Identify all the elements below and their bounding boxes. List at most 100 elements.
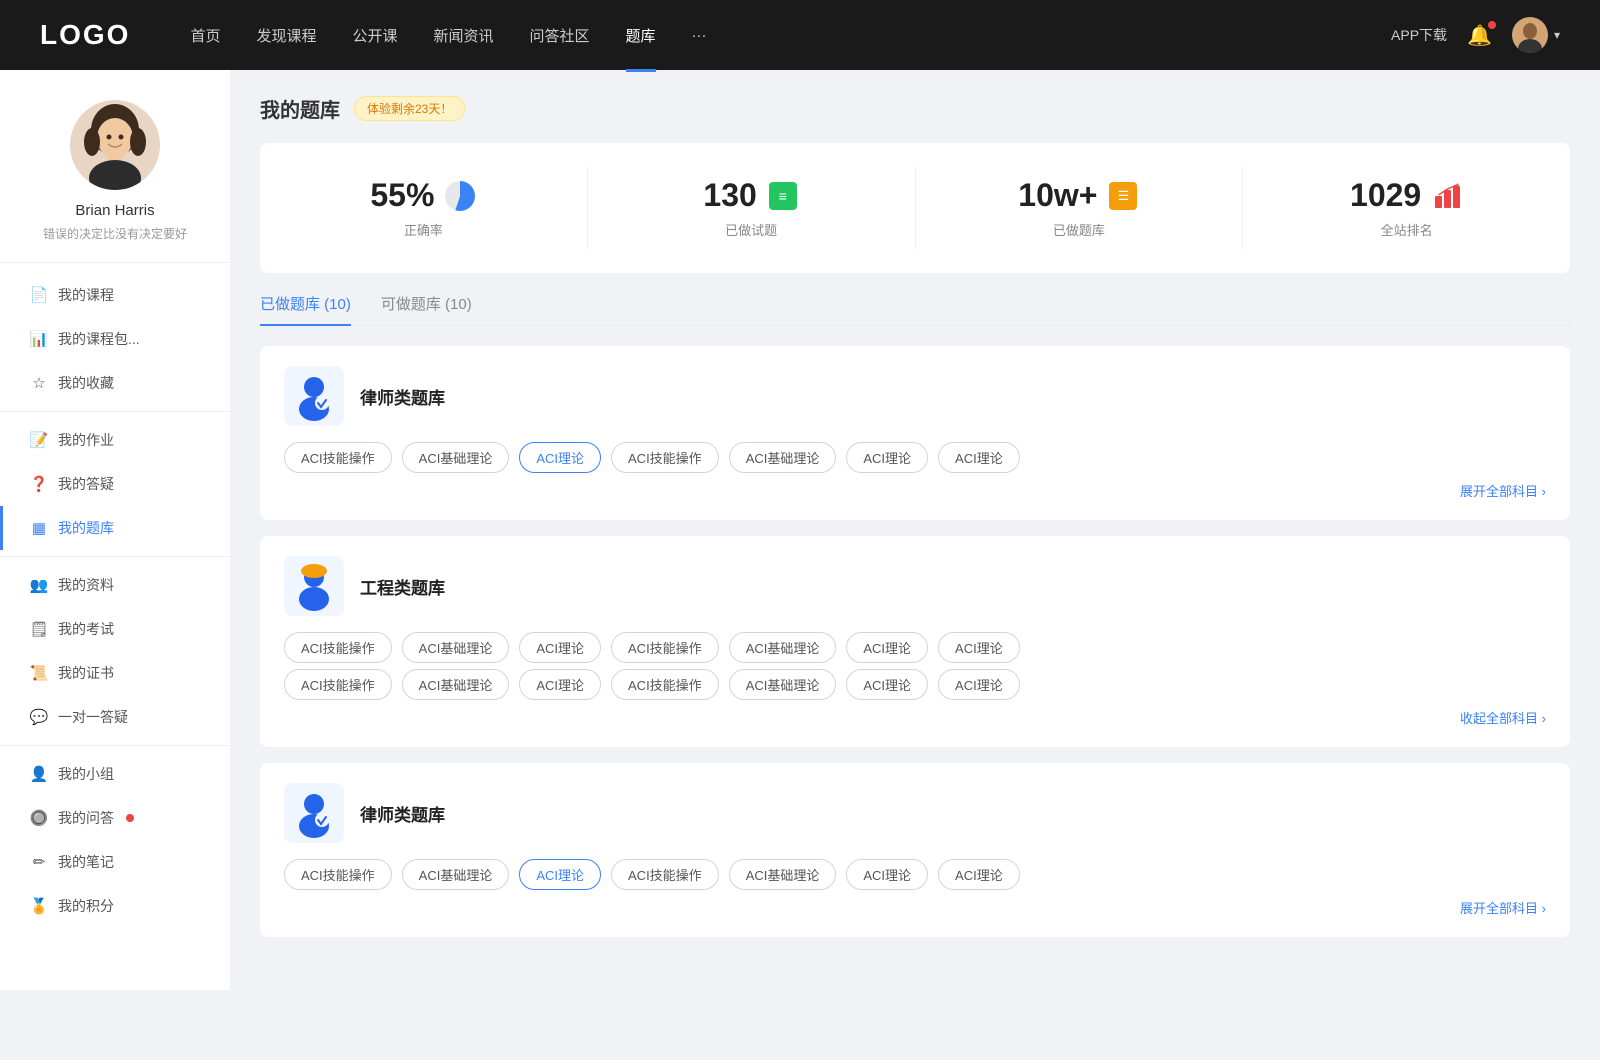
bank-card-3: 律师类题库 ACI技能操作 ACI基础理论 ACI理论 ACI技能操作 ACI基… bbox=[260, 763, 1570, 937]
bank2-tag-r2-6[interactable]: ACI理论 bbox=[938, 669, 1020, 700]
tabs-row: 已做题库 (10) 可做题库 (10) bbox=[260, 293, 1570, 326]
nav-open-course[interactable]: 公开课 bbox=[352, 21, 397, 50]
bank3-expand-link[interactable]: 展开全部科目 › bbox=[284, 898, 1546, 917]
menu-label: 我的作业 bbox=[58, 430, 114, 450]
nav-courses[interactable]: 发现课程 bbox=[256, 21, 316, 50]
tab-available-banks[interactable]: 可做题库 (10) bbox=[381, 293, 472, 324]
bank-header-2: 工程类题库 bbox=[284, 556, 1546, 616]
nav-menu: 首页 发现课程 公开课 新闻资讯 问答社区 题库 ··· bbox=[190, 21, 1391, 50]
stat-label-banks: 已做题库 bbox=[1053, 220, 1105, 239]
person-group-icon: 👥 bbox=[30, 576, 48, 594]
chat-icon: 💬 bbox=[30, 708, 48, 726]
nav-home[interactable]: 首页 bbox=[190, 21, 220, 50]
bank2-collapse-link[interactable]: 收起全部科目 › bbox=[284, 708, 1546, 727]
bank-card-1: 律师类题库 ACI技能操作 ACI基础理论 ACI理论 ACI技能操作 ACI基… bbox=[260, 346, 1570, 520]
bank3-tag-0[interactable]: ACI技能操作 bbox=[284, 859, 392, 890]
bank2-tag-r2-5[interactable]: ACI理论 bbox=[846, 669, 928, 700]
bank1-tag-2[interactable]: ACI理论 bbox=[519, 442, 601, 473]
stat-top-done: 130 ≡ bbox=[703, 177, 798, 214]
bank2-tag-r2-3[interactable]: ACI技能操作 bbox=[611, 669, 719, 700]
bar-chart-icon: 📊 bbox=[30, 330, 48, 348]
bank2-tag-r1-5[interactable]: ACI理论 bbox=[846, 632, 928, 663]
stat-label-accuracy: 正确率 bbox=[404, 220, 443, 239]
nav-news[interactable]: 新闻资讯 bbox=[434, 21, 494, 50]
menu-label: 我的课程 bbox=[58, 285, 114, 305]
bank1-tag-0[interactable]: ACI技能操作 bbox=[284, 442, 392, 473]
bank3-tag-6[interactable]: ACI理论 bbox=[938, 859, 1020, 890]
bank3-tag-5[interactable]: ACI理论 bbox=[846, 859, 928, 890]
menu-label: 一对一答疑 bbox=[58, 707, 128, 727]
group-icon: 👤 bbox=[30, 765, 48, 783]
bank1-tag-4[interactable]: ACI基础理论 bbox=[729, 442, 837, 473]
sidebar-item-my-group[interactable]: 👤 我的小组 bbox=[0, 752, 230, 796]
bank1-tag-6[interactable]: ACI理论 bbox=[938, 442, 1020, 473]
bank1-tag-5[interactable]: ACI理论 bbox=[846, 442, 928, 473]
sidebar-item-homework[interactable]: 📝 我的作业 bbox=[0, 418, 230, 462]
page-wrapper: Brian Harris 错误的决定比没有决定要好 📄 我的课程 📊 我的课程包… bbox=[0, 70, 1600, 990]
sidebar-item-my-courses[interactable]: 📄 我的课程 bbox=[0, 273, 230, 317]
menu-divider-2 bbox=[0, 556, 230, 557]
bank2-tag-r2-4[interactable]: ACI基础理论 bbox=[729, 669, 837, 700]
page-header: 我的题库 体验剩余23天！ bbox=[260, 94, 1570, 123]
stats-bar: 55% 正确率 130 ≡ 已做试题 10w+ bbox=[260, 143, 1570, 273]
sidebar-item-my-profile[interactable]: 👥 我的资料 bbox=[0, 563, 230, 607]
doc-icon: 🗒 bbox=[30, 620, 48, 638]
bank-title-3: 律师类题库 bbox=[360, 801, 445, 826]
sidebar-item-one-on-one[interactable]: 💬 一对一答疑 bbox=[0, 695, 230, 739]
menu-label: 我的考试 bbox=[58, 619, 114, 639]
page-title: 我的题库 bbox=[260, 94, 340, 123]
bank2-tag-r2-1[interactable]: ACI基础理论 bbox=[402, 669, 510, 700]
bank2-tag-r1-0[interactable]: ACI技能操作 bbox=[284, 632, 392, 663]
menu-label: 我的题库 bbox=[58, 518, 114, 538]
bank2-tag-r1-1[interactable]: ACI基础理论 bbox=[402, 632, 510, 663]
star-icon: ☆ bbox=[30, 374, 48, 392]
edit-icon: ✏ bbox=[30, 853, 48, 871]
user-avatar-button[interactable]: ▾ bbox=[1512, 17, 1560, 53]
logo: LOGO bbox=[40, 19, 130, 51]
menu-label: 我的问答 bbox=[58, 808, 114, 828]
stat-done-banks: 10w+ ☰ 已做题库 bbox=[916, 167, 1244, 249]
sidebar-menu: 📄 我的课程 📊 我的课程包... ☆ 我的收藏 📝 我的作业 ❓ 我的答疑 ▦ bbox=[0, 263, 230, 938]
stat-top-banks: 10w+ ☰ bbox=[1018, 177, 1139, 214]
profile-avatar bbox=[70, 100, 160, 190]
nav-more[interactable]: ··· bbox=[692, 23, 707, 48]
bank1-expand-link[interactable]: 展开全部科目 › bbox=[284, 481, 1546, 500]
sidebar-item-certificate[interactable]: 📜 我的证书 bbox=[0, 651, 230, 695]
bank1-tag-3[interactable]: ACI技能操作 bbox=[611, 442, 719, 473]
bank-title-2: 工程类题库 bbox=[360, 574, 445, 599]
stat-top-rank: 1029 bbox=[1350, 177, 1463, 214]
bank3-tag-2[interactable]: ACI理论 bbox=[519, 859, 601, 890]
lawyer-avatar-1 bbox=[284, 366, 344, 426]
sidebar-item-my-points[interactable]: 🏅 我的积分 bbox=[0, 884, 230, 928]
navbar: LOGO 首页 发现课程 公开课 新闻资讯 问答社区 题库 ··· APP下载 … bbox=[0, 0, 1600, 70]
nav-qa[interactable]: 问答社区 bbox=[530, 21, 590, 50]
sidebar-item-my-questions[interactable]: 🔘 我的问答 bbox=[0, 796, 230, 840]
bank3-tag-1[interactable]: ACI基础理论 bbox=[402, 859, 510, 890]
sidebar-item-course-package[interactable]: 📊 我的课程包... bbox=[0, 317, 230, 361]
sidebar-item-my-notes[interactable]: ✏ 我的笔记 bbox=[0, 840, 230, 884]
bank3-tag-3[interactable]: ACI技能操作 bbox=[611, 859, 719, 890]
bank-card-2: 工程类题库 ACI技能操作 ACI基础理论 ACI理论 ACI技能操作 ACI基… bbox=[260, 536, 1570, 747]
notification-bell[interactable]: 🔔 bbox=[1467, 23, 1492, 48]
sidebar-item-my-exam[interactable]: 🗒 我的考试 bbox=[0, 607, 230, 651]
sidebar-item-my-quiz[interactable]: ▦ 我的题库 bbox=[0, 506, 230, 550]
lawyer-avatar-3 bbox=[284, 783, 344, 843]
bank2-tag-r1-4[interactable]: ACI基础理论 bbox=[729, 632, 837, 663]
bank2-tag-r1-2[interactable]: ACI理论 bbox=[519, 632, 601, 663]
bank2-tag-r2-2[interactable]: ACI理论 bbox=[519, 669, 601, 700]
tab-done-banks[interactable]: 已做题库 (10) bbox=[260, 293, 351, 324]
nav-quiz[interactable]: 题库 bbox=[626, 21, 656, 50]
bank3-tag-4[interactable]: ACI基础理论 bbox=[729, 859, 837, 890]
bank2-tag-r1-3[interactable]: ACI技能操作 bbox=[611, 632, 719, 663]
sidebar-item-qa[interactable]: ❓ 我的答疑 bbox=[0, 462, 230, 506]
menu-label: 我的收藏 bbox=[58, 373, 114, 393]
bank2-tag-r1-6[interactable]: ACI理论 bbox=[938, 632, 1020, 663]
certificate-icon: 📜 bbox=[30, 664, 48, 682]
app-download-button[interactable]: APP下载 bbox=[1391, 25, 1447, 45]
bank1-tag-1[interactable]: ACI基础理论 bbox=[402, 442, 510, 473]
stat-value-accuracy: 55% bbox=[370, 177, 434, 214]
list-orange-icon: ☰ bbox=[1107, 180, 1139, 212]
menu-label: 我的积分 bbox=[58, 896, 114, 916]
sidebar-item-favorites[interactable]: ☆ 我的收藏 bbox=[0, 361, 230, 405]
bank2-tag-r2-0[interactable]: ACI技能操作 bbox=[284, 669, 392, 700]
